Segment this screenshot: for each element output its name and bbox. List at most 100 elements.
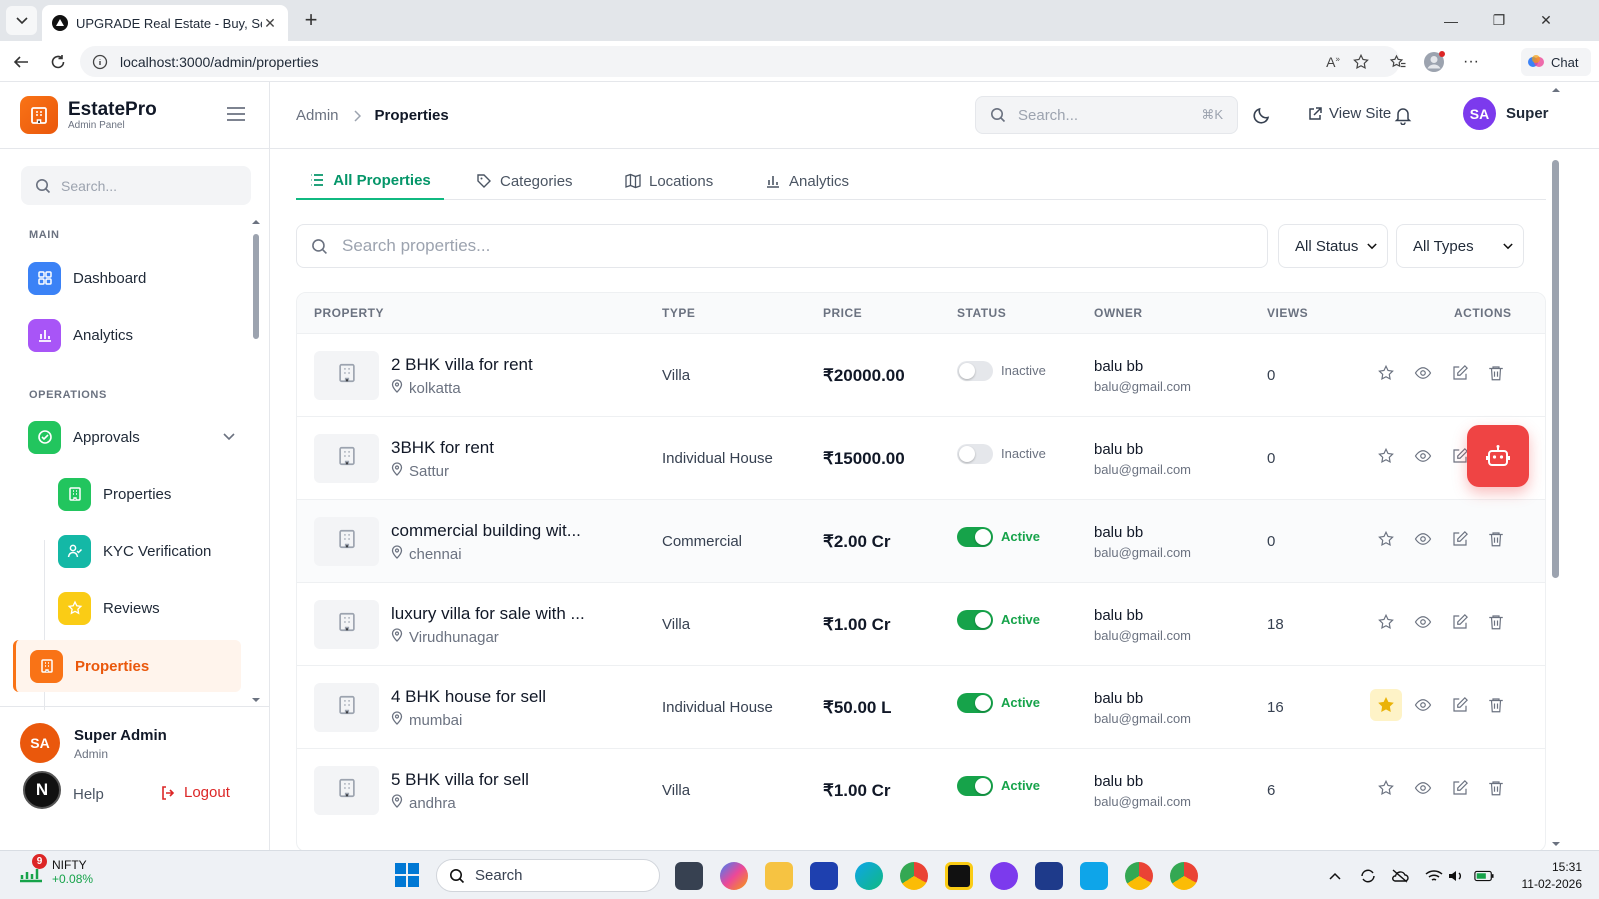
chatbot-button[interactable] <box>1467 425 1529 487</box>
tab-categories[interactable]: Categories <box>476 162 573 200</box>
windows-start-icon[interactable] <box>394 862 422 890</box>
view-eye-icon[interactable] <box>1411 693 1435 717</box>
view-eye-icon[interactable] <box>1411 527 1435 551</box>
battery-icon[interactable] <box>1474 866 1494 886</box>
sidebar-item-properties[interactable]: Properties <box>13 640 241 692</box>
volume-icon[interactable] <box>1446 866 1466 886</box>
property-title[interactable]: 2 BHK villa for rent <box>391 355 533 375</box>
status-toggle[interactable] <box>957 527 993 547</box>
tab-actions-button[interactable] <box>6 6 37 35</box>
status-toggle[interactable] <box>957 361 993 381</box>
property-title[interactable]: 3BHK for rent <box>391 438 494 458</box>
tab-analytics[interactable]: Analytics <box>765 162 849 200</box>
edge-icon[interactable] <box>855 862 883 890</box>
table-row[interactable]: luxury villa for sale with ... Virudhunag… <box>297 582 1545 665</box>
property-search-input[interactable]: Search properties... <box>296 224 1268 268</box>
header-search-input[interactable]: Search... ⌘K <box>975 96 1238 134</box>
profile-icon[interactable] <box>1423 51 1445 73</box>
sync-icon[interactable] <box>1358 866 1378 886</box>
cloud-off-icon[interactable] <box>1390 866 1410 886</box>
task-view-icon[interactable] <box>675 862 703 890</box>
sticky-app-icon[interactable] <box>945 862 973 890</box>
property-thumbnail[interactable] <box>314 600 379 649</box>
status-filter-select[interactable]: All Status <box>1278 224 1388 268</box>
status-toggle[interactable] <box>957 444 993 464</box>
file-explorer-icon[interactable] <box>765 862 793 890</box>
read-aloud-icon[interactable]: A» <box>1322 51 1344 73</box>
status-toggle[interactable] <box>957 610 993 630</box>
close-window-button[interactable]: ✕ <box>1522 0 1570 41</box>
avatar[interactable]: SA <box>20 723 60 763</box>
new-tab-button[interactable]: + <box>298 8 324 34</box>
feature-star-icon[interactable] <box>1374 610 1398 634</box>
table-row[interactable]: 5 BHK villa for sell andhra Villa ₹1.00 Cr A… <box>297 748 1545 831</box>
database-app-icon[interactable] <box>1035 862 1063 890</box>
scroll-down-icon[interactable] <box>252 696 260 704</box>
favorite-star-icon[interactable] <box>1350 51 1372 73</box>
sidebar-scrollbar[interactable] <box>252 218 260 704</box>
property-thumbnail[interactable] <box>314 434 379 483</box>
scroll-up-icon[interactable] <box>252 218 260 226</box>
view-eye-icon[interactable] <box>1411 610 1435 634</box>
more-options-icon[interactable]: ··· <box>1460 51 1482 73</box>
nextjs-badge[interactable]: N <box>23 771 61 809</box>
view-eye-icon[interactable] <box>1411 444 1435 468</box>
taskbar-search[interactable]: Search <box>436 859 660 892</box>
chrome-profile-2-icon[interactable] <box>1170 862 1198 890</box>
menu-toggle-icon[interactable] <box>226 106 246 122</box>
copilot-app-icon[interactable] <box>720 862 748 890</box>
favorites-icon[interactable] <box>1387 51 1409 73</box>
notifications-button[interactable] <box>1391 103 1415 127</box>
stock-widget[interactable]: 9 NIFTY +0.08% <box>18 854 93 886</box>
scroll-up-icon[interactable] <box>1551 86 1561 94</box>
tab-locations[interactable]: Locations <box>625 162 713 200</box>
status-toggle[interactable] <box>957 693 993 713</box>
property-title[interactable]: 5 BHK villa for sell <box>391 770 529 790</box>
delete-trash-icon[interactable] <box>1484 361 1508 385</box>
main-scrollbar[interactable] <box>1549 82 1563 850</box>
delete-trash-icon[interactable] <box>1484 693 1508 717</box>
minimize-button[interactable]: — <box>1427 0 1475 41</box>
back-button[interactable] <box>8 49 34 75</box>
feature-star-icon[interactable] <box>1374 776 1398 800</box>
property-title[interactable]: luxury villa for sale with ... <box>391 604 585 624</box>
status-toggle[interactable] <box>957 776 993 796</box>
system-clock[interactable]: 15:31 11-02-2026 <box>1512 859 1583 893</box>
sidebar-item-approvals[interactable]: Approvals <box>28 415 243 459</box>
delete-trash-icon[interactable] <box>1484 776 1508 800</box>
sidebar-search-input[interactable]: Search... <box>21 166 251 205</box>
feature-star-icon[interactable] <box>1374 527 1398 551</box>
property-title[interactable]: 4 BHK house for sell <box>391 687 546 707</box>
table-row[interactable]: 3BHK for rent Sattur Individual House ₹1500… <box>297 416 1545 499</box>
header-user-name[interactable]: Super <box>1506 105 1549 122</box>
view-site-link[interactable]: View Site <box>1307 105 1391 122</box>
dark-mode-toggle[interactable] <box>1250 103 1274 127</box>
delete-trash-icon[interactable] <box>1484 610 1508 634</box>
feature-star-icon[interactable] <box>1374 361 1398 385</box>
address-bar[interactable]: localhost:3000/admin/properties <box>80 46 1400 77</box>
close-tab-icon[interactable]: ✕ <box>262 15 278 32</box>
property-thumbnail[interactable] <box>314 517 379 566</box>
sidebar-item-kyc[interactable]: KYC Verification <box>58 529 243 573</box>
reload-button[interactable] <box>45 49 71 75</box>
property-title[interactable]: commercial building wit... <box>391 521 581 541</box>
type-filter-select[interactable]: All Types <box>1396 224 1524 268</box>
property-thumbnail[interactable] <box>314 766 379 815</box>
feature-star-icon[interactable] <box>1370 689 1402 721</box>
vscode-icon[interactable] <box>1080 862 1108 890</box>
property-thumbnail[interactable] <box>314 351 379 400</box>
table-row[interactable]: 4 BHK house for sell mumbai Individual Hou… <box>297 665 1545 748</box>
sidebar-item-approvals-properties[interactable]: Properties <box>58 472 243 516</box>
edit-icon[interactable] <box>1448 527 1472 551</box>
wifi-icon[interactable] <box>1424 866 1444 886</box>
chrome-icon[interactable] <box>900 862 928 890</box>
logout-button[interactable]: Logout <box>160 784 230 801</box>
delete-trash-icon[interactable] <box>1484 527 1508 551</box>
copilot-chat-button[interactable]: Chat <box>1521 48 1591 76</box>
sidebar-item-dashboard[interactable]: Dashboard <box>28 256 243 300</box>
chrome-profile-icon[interactable] <box>1125 862 1153 890</box>
help-link[interactable]: Help <box>73 786 104 803</box>
sidebar-item-reviews[interactable]: Reviews <box>58 586 243 630</box>
brand[interactable]: EstatePro Admin Panel <box>20 96 157 134</box>
edit-icon[interactable] <box>1448 610 1472 634</box>
